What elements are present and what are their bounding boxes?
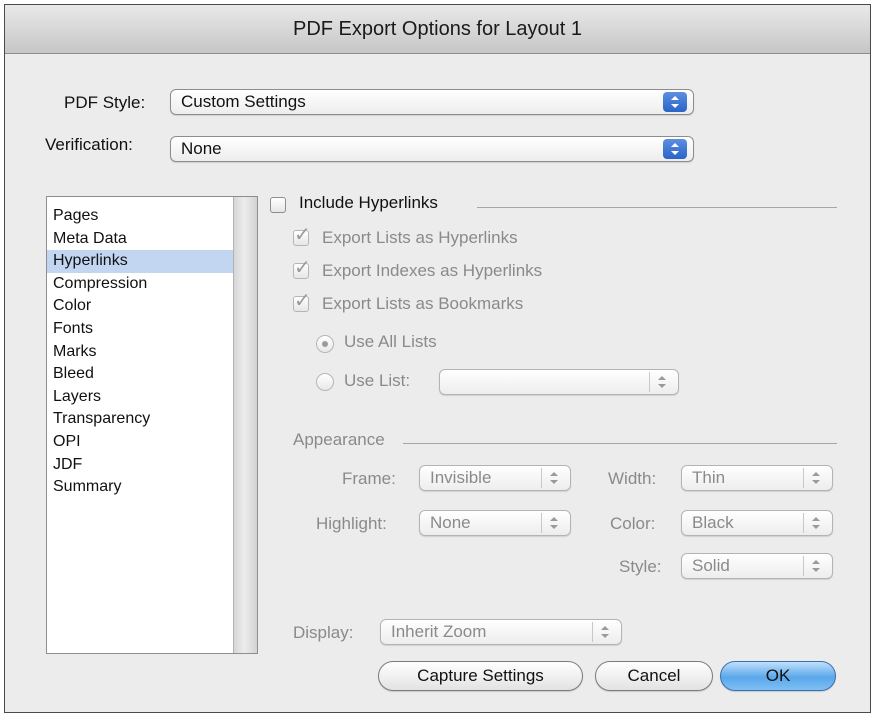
export-lists-bookmarks-label: Export Lists as Bookmarks [322,294,524,313]
width-label: Width: [608,469,657,488]
cancel-button[interactable]: Cancel [595,661,713,691]
frame-value: Invisible [430,468,492,487]
export-lists-hyperlinks-checkbox[interactable]: ✓ [293,225,311,246]
style-value: Solid [692,556,730,575]
category-list[interactable]: Pages Meta Data Hyperlinks Compression C… [46,196,258,654]
popup-arrows-icon [803,513,828,533]
list-scrollbar[interactable] [233,197,257,653]
frame-label: Frame: [342,469,396,488]
category-item-summary[interactable]: Summary [47,476,233,499]
pdf-export-dialog: PDF Export Options for Layout 1 PDF Styl… [4,4,871,713]
popup-arrows-icon [541,513,566,533]
section-divider [403,443,837,444]
color-value: Black [692,513,734,532]
checkmark-icon: ✓ [294,224,311,246]
use-list-label: Use List: [344,371,411,390]
ok-button[interactable]: OK [720,661,836,691]
capture-settings-button[interactable]: Capture Settings [378,661,583,691]
style-select[interactable]: Solid [681,553,833,579]
category-item-marks[interactable]: Marks [47,341,233,364]
export-indexes-hyperlinks-label: Export Indexes as Hyperlinks [322,261,543,280]
category-item-opi[interactable]: OPI [47,431,233,454]
appearance-heading: Appearance [293,430,385,449]
use-list-select[interactable] [439,369,679,395]
dialog-title: PDF Export Options for Layout 1 [5,5,870,54]
category-item-color[interactable]: Color [47,295,233,318]
use-list-radio[interactable] [316,373,334,391]
popup-arrows-icon [663,139,687,159]
category-item-pages[interactable]: Pages [47,205,233,228]
pdf-style-value: Custom Settings [181,92,306,111]
display-select[interactable]: Inherit Zoom [380,619,622,645]
popup-arrows-icon [541,468,566,488]
popup-arrows-icon [803,556,828,576]
highlight-select[interactable]: None [419,510,571,536]
checkmark-icon: ✓ [294,290,311,312]
pdf-style-select[interactable]: Custom Settings [170,89,694,115]
popup-arrows-icon [649,372,674,392]
category-item-jdf[interactable]: JDF [47,454,233,477]
use-all-lists-radio[interactable] [316,335,334,353]
popup-arrows-icon [663,92,687,112]
highlight-label: Highlight: [316,514,387,533]
style-label: Style: [619,557,662,576]
export-lists-hyperlinks-label: Export Lists as Hyperlinks [322,228,518,247]
color-label: Color: [610,514,656,533]
export-lists-bookmarks-checkbox[interactable]: ✓ [293,291,311,312]
display-label: Display: [293,623,354,642]
category-item-transparency[interactable]: Transparency [47,408,233,431]
verification-value: None [181,139,222,158]
category-item-layers[interactable]: Layers [47,386,233,409]
checkmark-icon: ✓ [294,257,311,279]
width-value: Thin [692,468,726,487]
verification-select[interactable]: None [170,136,694,162]
category-item-bleed[interactable]: Bleed [47,363,233,386]
verification-label: Verification: [45,135,133,154]
frame-select[interactable]: Invisible [419,465,571,491]
popup-arrows-icon [803,468,828,488]
use-all-lists-label: Use All Lists [344,332,437,351]
category-item-compression[interactable]: Compression [47,273,233,296]
popup-arrows-icon [592,622,617,642]
category-item-meta-data[interactable]: Meta Data [47,228,233,251]
radio-selected-dot [322,341,328,347]
category-item-fonts[interactable]: Fonts [47,318,233,341]
display-value: Inherit Zoom [391,622,487,641]
section-divider [477,207,837,208]
include-hyperlinks-checkbox[interactable] [270,197,286,213]
highlight-value: None [430,513,471,532]
color-select[interactable]: Black [681,510,833,536]
category-item-hyperlinks[interactable]: Hyperlinks [47,250,233,273]
export-indexes-hyperlinks-checkbox[interactable]: ✓ [293,258,311,279]
pdf-style-label: PDF Style: [64,93,146,112]
width-select[interactable]: Thin [681,465,833,491]
include-hyperlinks-label: Include Hyperlinks [299,193,438,212]
